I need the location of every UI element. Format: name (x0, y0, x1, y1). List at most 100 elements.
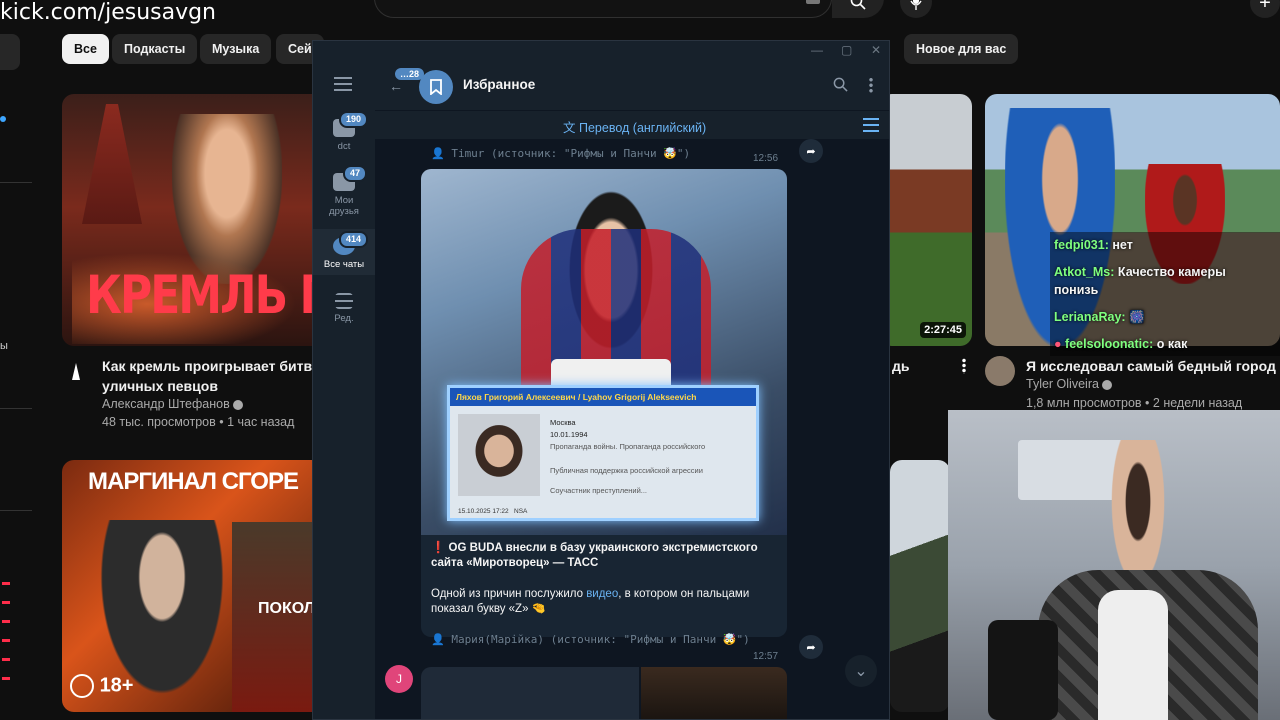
mic-button[interactable] (900, 0, 932, 18)
channel-avatar[interactable] (985, 356, 1015, 386)
streamer-tshirt (1098, 590, 1168, 720)
chat-title[interactable]: Избранное (463, 77, 535, 92)
message-headline: ❗ OG BUDA внесли в базу украинского экст… (431, 542, 758, 569)
more-options-icon[interactable] (962, 358, 966, 374)
channel-avatar[interactable] (66, 362, 86, 382)
id-card-footer-date: 15.10.2025 17:22 (458, 508, 509, 515)
sidebar-live-icons (2, 566, 10, 686)
id-card-photo (458, 414, 540, 496)
chat-username: LerianaRay: (1054, 310, 1126, 324)
chat-text: нет (1112, 238, 1133, 252)
back-badge-count: 28 (409, 69, 420, 79)
forward-message-button[interactable]: ➦ (799, 139, 823, 163)
chat-username: fedpi031: (1054, 238, 1109, 252)
keyboard-icon[interactable] (806, 0, 820, 4)
unread-badge: 47 (343, 165, 368, 182)
chat-text: понизь (1054, 283, 1099, 297)
video-thumbnail[interactable]: 2:27:45 (880, 94, 972, 346)
sidebar-divider (0, 510, 32, 511)
message-time: 12:56 (753, 153, 779, 164)
maximize-icon[interactable]: ▢ (841, 43, 852, 57)
video-thumbnail[interactable]: МАРГИНАЛ СГОРЕ ПОКОЛ 18+ (62, 460, 324, 712)
translate-settings-icon[interactable] (863, 118, 879, 132)
id-card-footer-tag: NSA (514, 508, 528, 515)
folder-all-chats[interactable]: Все чаты 414 (313, 229, 375, 275)
message-link[interactable]: видео (586, 588, 618, 600)
video-title[interactable]: Я исследовал самый бедный город в А (1026, 356, 1280, 376)
thumbnail-caption: МАРГИНАЛ СГОРЕ (88, 468, 299, 495)
video-title-partial[interactable]: дь (892, 356, 910, 376)
folder-edit[interactable]: Ред. (313, 293, 375, 324)
video-duration: 2:27:45 (920, 322, 966, 338)
scroll-down-button[interactable]: ⌄ (845, 655, 877, 687)
chip-new-for-you[interactable]: Новое для вас (904, 34, 1019, 64)
sliders-icon (335, 293, 353, 309)
sidebar-label: ы (0, 340, 8, 352)
id-card-footer: 15.10.2025 17:22 NSA (458, 508, 527, 515)
video-title[interactable]: Как кремль проигрывает битву з уличных п… (102, 356, 330, 396)
unread-badge: 414 (339, 231, 369, 248)
forwarded-from[interactable]: 👤 Timur (источник: "Рифмы и Панчи 🤯") (431, 147, 690, 160)
id-card-reason: Соучастник преступлений... (550, 486, 648, 495)
video-title-line: уличных певцов (102, 378, 218, 394)
sidebar-item-active[interactable] (0, 34, 20, 70)
search-icon (850, 0, 866, 10)
saved-messages-avatar[interactable] (419, 70, 453, 104)
video-thumbnail[interactable]: КРЕМЛЬ ПРОТИ (62, 94, 324, 346)
video-thumbnail[interactable] (890, 460, 950, 712)
search-button[interactable] (832, 0, 884, 18)
id-card-date: 10.01.1994 (550, 430, 588, 439)
video-meta: 48 тыс. просмотров • 1 час назад (102, 415, 295, 429)
more-options-icon[interactable] (869, 77, 873, 93)
chat-message: Atkot_Ms: Качество камеры (1054, 265, 1226, 279)
close-icon[interactable]: ✕ (871, 43, 881, 57)
search-box[interactable] (374, 0, 832, 18)
search-icon[interactable] (833, 77, 848, 97)
chevron-down-icon: ⌄ (854, 663, 868, 680)
sender-avatar[interactable]: J (385, 665, 413, 693)
sidebar-dot (0, 116, 6, 122)
verified-icon (1102, 379, 1113, 390)
chip-podcasts[interactable]: Подкасты (112, 34, 198, 64)
channel-name[interactable]: Tyler Oliveira (1026, 377, 1113, 391)
menu-icon[interactable] (334, 77, 352, 91)
folder-my-friends[interactable]: Мои друзья 47 (313, 165, 375, 217)
album-photo[interactable] (641, 667, 787, 719)
webcam-feed (948, 410, 1280, 720)
translate-label: Перевод (английский) (579, 121, 707, 135)
message-time: 12:57 (753, 651, 779, 662)
translate-button[interactable]: 文 Перевод (английский) (563, 117, 706, 136)
video-title-line: Как кремль проигрывает битву з (102, 358, 331, 374)
age-restriction-icon (70, 674, 94, 698)
message-photo[interactable]: Ляхов Григорий Алексеевич / Lyahov Grigo… (421, 169, 787, 535)
chip-music[interactable]: Музыка (200, 34, 272, 64)
chat-text: о как (1156, 337, 1188, 351)
translate-bar[interactable]: 文 Перевод (английский) (375, 111, 889, 139)
forward-message-button[interactable]: ➦ (799, 635, 823, 659)
chip-all[interactable]: Все (62, 34, 109, 64)
message-body: Одной из причин послужило видео, в котор… (431, 587, 771, 617)
window-titlebar[interactable]: — ▢ ✕ (313, 41, 889, 61)
album-photo[interactable] (421, 667, 639, 719)
chat-username: feelsoloonatic: (1065, 337, 1154, 351)
id-card-reason: Пропаганда войны. Пропаганда российского (550, 442, 706, 451)
plus-icon: + (1259, 0, 1271, 14)
stream-overlay-url: kick.com/jesusavgn (0, 0, 217, 25)
minimize-icon[interactable]: — (811, 43, 823, 57)
folder-label: dct (337, 141, 351, 152)
sidebar-divider (0, 182, 32, 183)
back-badge-prefix: … (400, 69, 409, 79)
create-button[interactable]: + (1250, 0, 1280, 18)
translate-icon: 文 (563, 121, 576, 135)
thumbnail-caption: КРЕМЛЬ ПРОТИ (86, 264, 324, 327)
microphone (988, 620, 1058, 720)
folder-dct[interactable]: dct 190 (313, 111, 375, 152)
photo-message[interactable]: Ляхов Григорий Алексеевич / Lyahov Grigo… (421, 169, 787, 637)
telegram-window: — ▢ ✕ dct 190 Мои друзья 47 Все чаты 414… (312, 40, 890, 720)
chat-message: понизь (1054, 283, 1098, 297)
sidebar-divider (0, 408, 32, 409)
thumbnail-caption-2: ПОКОЛ (258, 600, 315, 617)
folder-label: Мои друзья (329, 195, 359, 217)
channel-name[interactable]: Александр Штефанов (102, 397, 244, 411)
forwarded-from[interactable]: 👤 Мария(Марійка) (источник: "Рифмы и Пан… (431, 633, 750, 646)
